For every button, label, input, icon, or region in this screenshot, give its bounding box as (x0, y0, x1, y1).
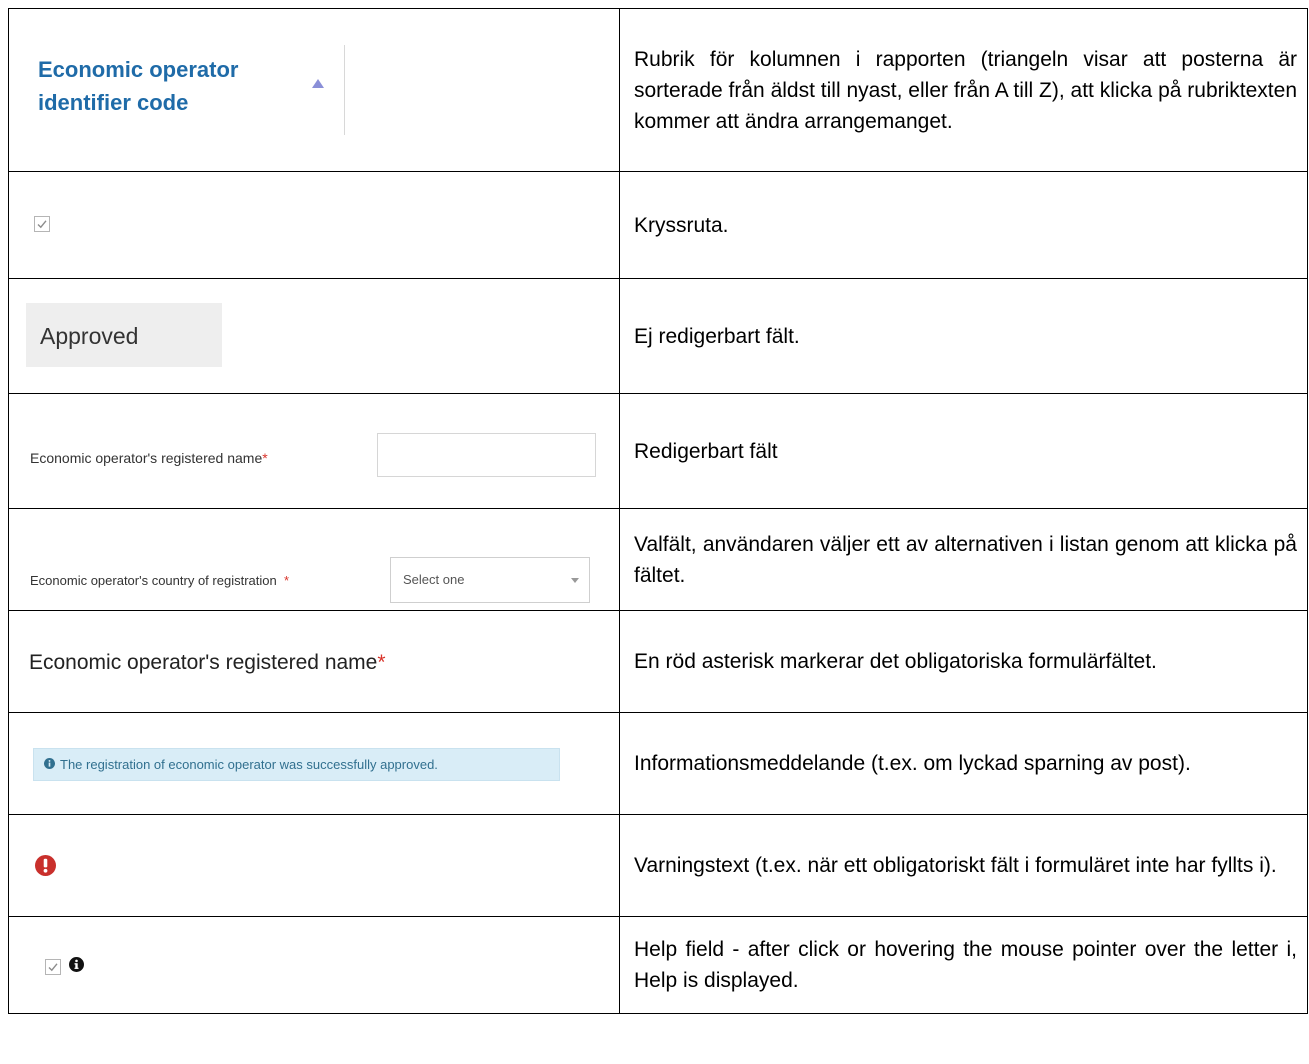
country-select[interactable]: Select one (390, 557, 590, 603)
field-label: Economic operator's country of registrat… (30, 573, 289, 588)
legend-row-editable-field: Economic operator's registered name* Red… (8, 393, 1308, 509)
legend-row-checkbox: Kryssruta. (8, 171, 1308, 279)
field-label-text: Economic operator's country of registrat… (30, 573, 277, 588)
required-asterisk: * (283, 573, 290, 588)
legend-row-warning: Varningstext (t.ex. när ett obligatorisk… (8, 814, 1308, 917)
legend-row-required-marker: Economic operator's registered name* En … (8, 610, 1308, 713)
required-asterisk: * (377, 651, 386, 674)
legend-row-info-message: The registration of economic operator wa… (8, 712, 1308, 815)
example-cell: Economic operator's registered name* (8, 393, 620, 509)
description-cell: Rubrik för kolumnen i rapporten (triange… (619, 8, 1308, 172)
info-message-text: The registration of economic operator wa… (60, 757, 438, 772)
sortable-column-header[interactable]: Economic operator identifier code (38, 45, 345, 141)
example-cell: Approved (8, 278, 620, 394)
field-label-text: Economic operator's registered name (29, 651, 378, 674)
description-cell: Varningstext (t.ex. när ett obligatorisk… (619, 814, 1308, 917)
registered-name-input[interactable] (377, 433, 596, 477)
description-cell: En röd asterisk markerar det obligatoris… (619, 610, 1308, 713)
info-circle-icon[interactable] (69, 957, 84, 972)
example-cell: Economic operator's registered name* (8, 610, 620, 713)
field-label-text: Economic operator's registered name (30, 450, 263, 466)
chevron-down-icon (571, 578, 579, 583)
sort-ascending-icon (312, 79, 324, 88)
checkbox[interactable] (45, 959, 61, 975)
checkbox[interactable] (34, 216, 50, 232)
legend-row-select-field: Economic operator's country of registrat… (8, 508, 1308, 611)
checkmark-icon (48, 963, 58, 972)
example-cell: Economic operator identifier code (8, 8, 620, 172)
exclamation-circle-icon (35, 855, 56, 876)
legend-row-help-field: Help field - after click or hovering the… (8, 916, 1308, 1014)
description-cell: Redigerbart fält (619, 393, 1308, 509)
ui-legend-table: Economic operator identifier code Rubrik… (8, 8, 1308, 1014)
info-circle-icon (44, 758, 55, 769)
readonly-field-value: Approved (40, 323, 139, 349)
info-banner: The registration of economic operator wa… (33, 748, 560, 781)
example-cell (8, 916, 620, 1014)
column-header-label[interactable]: Economic operator identifier code (38, 53, 318, 119)
readonly-field: Approved (26, 303, 222, 367)
example-cell (8, 171, 620, 279)
example-cell: Economic operator's country of registrat… (8, 508, 620, 611)
description-cell: Help field - after click or hovering the… (619, 916, 1308, 1014)
description-cell: Informationsmeddelande (t.ex. om lyckad … (619, 712, 1308, 815)
example-cell: The registration of economic operator wa… (8, 712, 620, 815)
select-value: Select one (403, 572, 465, 587)
legend-row-column-header: Economic operator identifier code Rubrik… (8, 8, 1308, 172)
required-asterisk: * (262, 450, 268, 466)
description-cell: Valfält, användaren väljer ett av altern… (619, 508, 1308, 611)
field-label: Economic operator's registered name* (30, 450, 268, 466)
description-cell: Kryssruta. (619, 171, 1308, 279)
legend-row-readonly-field: Approved Ej redigerbart fält. (8, 278, 1308, 394)
field-label: Economic operator's registered name* (29, 651, 386, 675)
column-divider (344, 45, 345, 135)
description-cell: Ej redigerbart fält. (619, 278, 1308, 394)
example-cell (8, 814, 620, 917)
checkmark-icon (37, 220, 47, 229)
